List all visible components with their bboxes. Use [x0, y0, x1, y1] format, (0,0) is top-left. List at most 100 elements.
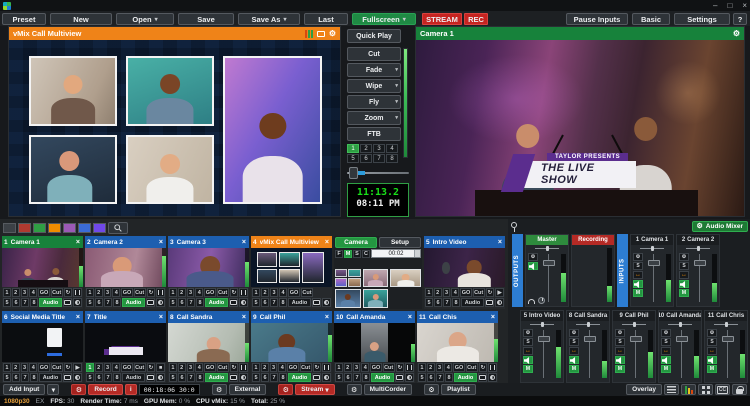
- go-button[interactable]: GO: [38, 288, 50, 297]
- record-info-button[interactable]: i: [125, 384, 137, 395]
- input-thumbnail[interactable]: [85, 323, 166, 362]
- speaker-on-button[interactable]: [528, 262, 538, 270]
- fullscreen-output-icon[interactable]: [146, 298, 155, 307]
- new-button[interactable]: New: [50, 13, 112, 25]
- category-swatch-1[interactable]: [18, 223, 31, 233]
- solo-circle-icon[interactable]: [239, 373, 248, 382]
- volume-fader[interactable]: [694, 254, 706, 302]
- play-icon[interactable]: ▶: [495, 288, 504, 297]
- record-settings-gear-icon[interactable]: ⚙: [71, 384, 86, 395]
- close-input-icon[interactable]: ×: [324, 239, 330, 246]
- external-settings-gear-icon[interactable]: ⚙: [212, 384, 227, 395]
- overlay-3-button[interactable]: 3: [443, 288, 451, 297]
- overlay-7-button[interactable]: 7: [187, 373, 195, 382]
- overlay-5-button[interactable]: 5: [425, 298, 433, 307]
- bus-routing-icon[interactable]: ↔: [661, 347, 671, 355]
- speaker-on-button[interactable]: [523, 356, 533, 364]
- overlay-5-button[interactable]: 5: [3, 298, 11, 307]
- mute-button[interactable]: M: [633, 289, 643, 297]
- solo-button[interactable]: S: [569, 338, 579, 346]
- last-button[interactable]: Last: [304, 13, 348, 25]
- overlay-3-button[interactable]: 3: [21, 363, 29, 372]
- mixer-channel-camera-2[interactable]: 2Camera 2⚙S↔M: [676, 234, 720, 307]
- overlay-5-button[interactable]: 5: [252, 298, 260, 307]
- pan-slider[interactable]: [659, 321, 701, 328]
- fader-handle[interactable]: [584, 336, 596, 342]
- go-button[interactable]: GO: [204, 363, 216, 372]
- pan-slider[interactable]: [526, 245, 568, 252]
- stinger-number-4[interactable]: 4: [386, 144, 398, 153]
- overlay-7-button[interactable]: 7: [270, 298, 278, 307]
- stream-settings-gear-icon[interactable]: ⚙: [278, 384, 293, 395]
- input-thumbnail[interactable]: [424, 248, 505, 287]
- overlay-3-button[interactable]: 3: [270, 288, 278, 297]
- fullscreen-output-icon[interactable]: [229, 298, 238, 307]
- go-button[interactable]: GO: [288, 288, 300, 297]
- fullscreen-output-icon[interactable]: [63, 298, 72, 307]
- stinger-number-5[interactable]: 5: [347, 154, 359, 163]
- input-header[interactable]: 9Call Phil×: [251, 311, 332, 323]
- speaker-on-button[interactable]: [615, 356, 625, 364]
- go-button[interactable]: GO: [121, 363, 133, 372]
- audio-meters-icon[interactable]: [681, 384, 696, 395]
- close-input-icon[interactable]: ×: [490, 314, 496, 321]
- go-button[interactable]: GO: [121, 288, 133, 297]
- overlay-2-button[interactable]: 2: [427, 363, 435, 372]
- maximize-button[interactable]: □: [727, 2, 732, 10]
- camera-button[interactable]: Camera: [335, 237, 377, 248]
- add-input-button[interactable]: Add Input: [3, 384, 45, 395]
- go-button[interactable]: GO: [287, 363, 299, 372]
- pause-icon[interactable]: [73, 288, 82, 297]
- lock-icon-button[interactable]: [732, 384, 747, 395]
- overlay-3-button[interactable]: 3: [270, 363, 278, 372]
- t-bar-handle[interactable]: [349, 167, 358, 179]
- overlay-3-button[interactable]: 3: [187, 288, 195, 297]
- loop-icon[interactable]: ↻: [64, 288, 73, 297]
- pause-icon[interactable]: [405, 363, 414, 372]
- overlay-1-button[interactable]: 1: [3, 288, 11, 297]
- overlay-6-button[interactable]: 6: [344, 373, 352, 382]
- solo-circle-icon[interactable]: [488, 373, 497, 382]
- input-tile-2[interactable]: 2Camera 2×1234GOCut↻5678Audio: [85, 236, 166, 309]
- pan-slider[interactable]: [677, 245, 719, 252]
- input-header[interactable]: 4vMix Call Multiview×: [251, 236, 332, 248]
- audio-mixer-button[interactable]: ⚙ Audio Mixer: [692, 221, 748, 232]
- category-swatch-5[interactable]: [78, 223, 91, 233]
- volume-fader[interactable]: [676, 330, 688, 378]
- fader-handle[interactable]: [630, 336, 642, 342]
- category-swatch-4[interactable]: [63, 223, 76, 233]
- pan-slider[interactable]: [567, 321, 609, 328]
- overlay-5-button[interactable]: 5: [252, 373, 260, 382]
- solo-button[interactable]: S: [615, 338, 625, 346]
- overlay-6-button[interactable]: 6: [12, 373, 20, 382]
- overlay-1-button[interactable]: 1: [252, 363, 260, 372]
- overlay-2-button[interactable]: 2: [95, 288, 103, 297]
- loop-icon[interactable]: ↻: [64, 363, 73, 372]
- stream-button[interactable]: Stream▾: [295, 384, 334, 395]
- overlay-8-button[interactable]: 8: [30, 373, 38, 382]
- mixer-channel-recording[interactable]: Recording: [571, 234, 615, 307]
- overlay-button[interactable]: Overlay: [626, 384, 662, 395]
- zoom-button[interactable]: Zoom▾: [347, 111, 401, 125]
- overlay-8-button[interactable]: 8: [196, 373, 204, 382]
- mode-f-button[interactable]: F: [335, 250, 343, 258]
- stinger-number-2[interactable]: 2: [360, 144, 372, 153]
- close-button[interactable]: ×: [742, 2, 747, 10]
- input-thumbnail[interactable]: [251, 323, 332, 362]
- close-input-icon[interactable]: ×: [241, 314, 247, 321]
- go-button[interactable]: GO: [204, 288, 216, 297]
- volume-fader[interactable]: [543, 254, 555, 302]
- solo-circle-icon[interactable]: [405, 373, 414, 382]
- fullscreen-output-icon[interactable]: [146, 373, 155, 382]
- mode-m-button[interactable]: M: [344, 250, 352, 258]
- mixer-channel-call-amanda[interactable]: 10Call Amanda⚙S↔M: [658, 310, 702, 383]
- gear-icon[interactable]: ⚙: [329, 29, 336, 39]
- overlay-2-button[interactable]: 2: [434, 288, 442, 297]
- volume-fader[interactable]: [722, 330, 734, 378]
- go-button[interactable]: GO: [38, 363, 50, 372]
- speaker-on-button[interactable]: [679, 280, 689, 288]
- duration-field[interactable]: 00:02: [371, 249, 421, 258]
- audio-button[interactable]: Audio: [205, 373, 228, 382]
- cut-button[interactable]: Cut: [473, 288, 485, 297]
- mixer-channel-call-phil[interactable]: 9Call Phil⚙S↔M: [612, 310, 656, 383]
